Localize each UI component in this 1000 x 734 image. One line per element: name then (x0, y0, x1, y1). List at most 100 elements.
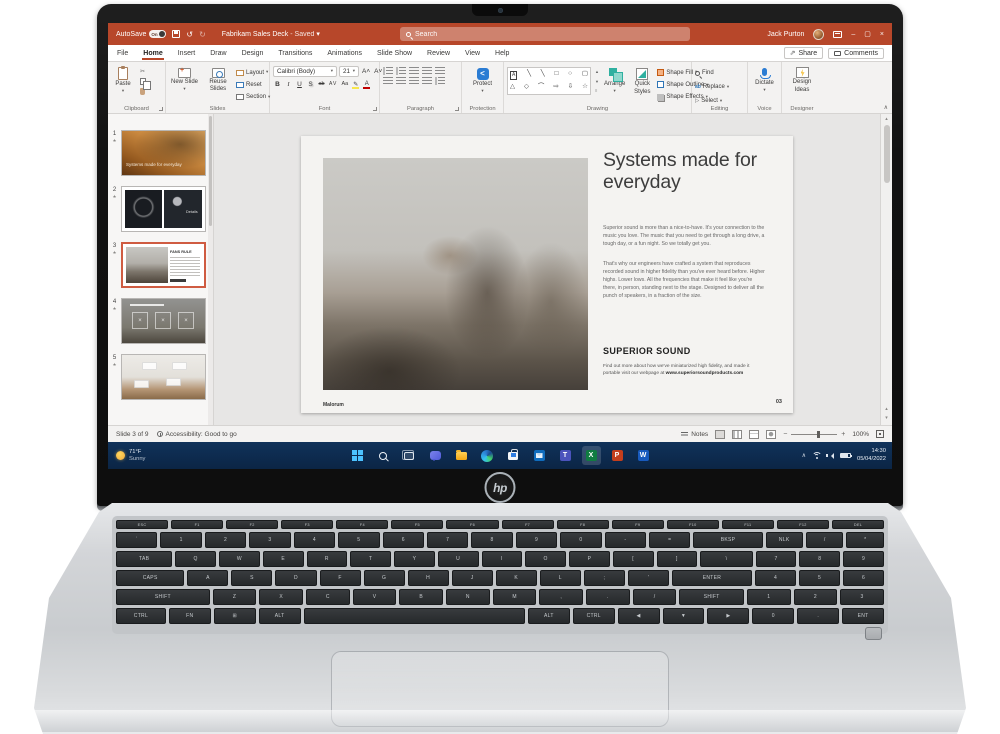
slide-thumbnail-5[interactable] (121, 354, 206, 400)
tab-slide-show[interactable]: Slide Show (376, 47, 413, 60)
layout-button[interactable]: Layout ▾ (236, 68, 270, 77)
grow-font-button[interactable]: A˄ (361, 67, 371, 77)
shape-glyph[interactable]: ╲ (527, 71, 531, 80)
font-family-select[interactable]: Calibri (Body) ▾ (273, 66, 337, 77)
strikethrough-button[interactable]: ab (317, 79, 326, 89)
slide-sorter-button[interactable] (732, 429, 743, 439)
tab-design[interactable]: Design (241, 47, 265, 60)
tab-review[interactable]: Review (426, 47, 451, 60)
paragraph-dialog-launcher[interactable] (455, 107, 459, 111)
dictate-button[interactable]: Dictate ▾ (753, 65, 777, 93)
numbering-button[interactable] (396, 67, 406, 75)
search-bar[interactable] (400, 27, 690, 41)
document-title[interactable]: Fabrikam Sales Deck - Saved ▾ (222, 30, 320, 38)
next-slide-button[interactable]: ▾ (885, 415, 888, 421)
section-button[interactable]: Section ▾ (236, 93, 270, 102)
share-button[interactable]: ⇗ Share (783, 47, 824, 59)
font-dialog-launcher[interactable] (373, 107, 377, 111)
character-spacing-button[interactable]: AV (328, 79, 338, 89)
slide-heading[interactable]: SUPERIOR SOUND (603, 346, 691, 356)
taskbar-icon-teams[interactable]: T (556, 446, 575, 465)
change-case-button[interactable]: Aa (340, 79, 349, 89)
battery-icon[interactable] (839, 452, 853, 459)
slide-canvas[interactable]: Systems made for everyday Superior sound… (214, 114, 880, 425)
taskbar-clock[interactable]: 14:30 05/04/2022 (857, 448, 886, 462)
taskbar-icon-store[interactable] (504, 446, 523, 465)
shape-glyph[interactable]: ☆ (582, 84, 588, 91)
taskbar-icon-search[interactable] (374, 446, 393, 465)
wifi-icon[interactable] (811, 451, 822, 460)
taskbar-icon-powerpoint[interactable]: P (608, 446, 627, 465)
thumbnail-scrollbar[interactable] (208, 114, 213, 425)
copy-button[interactable] (138, 77, 151, 90)
shape-glyph[interactable]: A (510, 71, 518, 80)
slide-paragraph-2[interactable]: That's why our engineers have crafted a … (603, 260, 765, 300)
bold-button[interactable]: B (273, 79, 282, 89)
shape-glyph[interactable]: ⇨ (553, 84, 558, 91)
shape-glyph[interactable]: ⌒ (538, 84, 545, 91)
shape-glyph[interactable]: ○ (568, 71, 572, 80)
taskbar-icon-excel[interactable]: X (581, 446, 601, 465)
text-shadow-button[interactable]: S (306, 79, 315, 89)
autosave-toggle[interactable]: AutoSave On (116, 30, 167, 38)
slide-title[interactable]: Systems made for everyday (603, 149, 781, 193)
redo-icon[interactable]: ↻ (199, 30, 206, 39)
slide-thumbnail-1[interactable]: Systems made for everyday (121, 130, 206, 176)
collapse-ribbon-chevron[interactable]: ∧ (884, 104, 888, 111)
zoom-slider[interactable] (791, 430, 838, 438)
tab-view[interactable]: View (464, 47, 481, 60)
design-ideas-button[interactable]: Design Ideas (790, 65, 814, 94)
save-icon[interactable] (172, 30, 181, 38)
weather-widget[interactable]: 71°F Sunny (116, 449, 145, 463)
taskbar-icon-file-explorer[interactable] (452, 446, 471, 465)
zoom-out-button[interactable]: − (783, 431, 787, 438)
slide-thumbnail-2[interactable]: Details (121, 186, 206, 232)
find-button[interactable]: Find (695, 68, 729, 78)
slide-paragraph-1[interactable]: Superior sound is more than a nice-to-ha… (603, 224, 765, 248)
tab-file[interactable]: File (116, 47, 129, 60)
canvas-scrollbar[interactable]: ▴ ▴ ▾ (880, 114, 892, 425)
scroll-up-arrow[interactable]: ▴ (885, 116, 888, 122)
slideshow-button[interactable] (766, 429, 777, 439)
shape-glyph[interactable]: ⇩ (568, 84, 573, 91)
tab-insert[interactable]: Insert (177, 47, 197, 60)
search-input[interactable] (415, 30, 684, 38)
shape-glyph[interactable]: ▢ (582, 71, 588, 80)
shape-glyph[interactable]: □ (554, 71, 558, 80)
slide-thumbnail-4[interactable]: × × × (121, 298, 206, 344)
slide-thumbnail-3[interactable]: FANS RULE (121, 242, 206, 288)
normal-view-button[interactable] (715, 429, 726, 439)
shape-glyph[interactable]: △ (510, 84, 515, 91)
line-spacing-button[interactable] (435, 67, 445, 75)
clipboard-dialog-launcher[interactable] (159, 107, 163, 111)
taskbar-icon-edge[interactable] (478, 446, 497, 465)
tab-transitions[interactable]: Transitions (277, 47, 313, 60)
protect-button[interactable]: < Protect ▾ (471, 65, 495, 94)
shape-gallery[interactable]: A ╲ ╲ □ ○ ▢ △ ◇ ⌒ ⇨ ⇩ ☆ (507, 67, 591, 95)
indent-decrease-button[interactable] (409, 67, 419, 75)
taskbar-icon-outlook[interactable] (530, 446, 549, 465)
bullets-button[interactable] (383, 67, 393, 75)
undo-icon[interactable]: ↺ (186, 30, 193, 39)
arrange-button[interactable]: Arrange ▾ (602, 65, 627, 102)
accessibility-checker[interactable]: Accessibility: Good to go (156, 431, 237, 438)
new-slide-button[interactable]: New Slide ▾ (169, 65, 200, 102)
font-color-button[interactable]: A (362, 79, 371, 89)
align-left-button[interactable] (383, 77, 393, 85)
underline-button[interactable]: U (295, 79, 304, 89)
shape-glyph[interactable]: ╲ (541, 71, 545, 80)
scrollbar-thumb[interactable] (883, 125, 890, 183)
tab-help[interactable]: Help (494, 47, 510, 60)
align-center-button[interactable] (396, 77, 406, 85)
minimize-button[interactable]: – (851, 31, 855, 38)
user-name[interactable]: Jack Purton (767, 31, 804, 38)
taskbar-icon-task-view[interactable] (400, 446, 419, 465)
paste-button[interactable]: Paste ▾ (111, 65, 135, 102)
reset-button[interactable]: Reset (236, 80, 270, 89)
tab-draw[interactable]: Draw (209, 47, 227, 60)
close-button[interactable]: × (880, 31, 884, 38)
notes-button[interactable]: Notes (681, 431, 708, 438)
previous-slide-button[interactable]: ▴ (885, 406, 888, 412)
shape-gallery-scroll[interactable]: ▲ ▼ ≡ (595, 67, 599, 95)
cut-button[interactable]: ✂ (138, 67, 147, 76)
